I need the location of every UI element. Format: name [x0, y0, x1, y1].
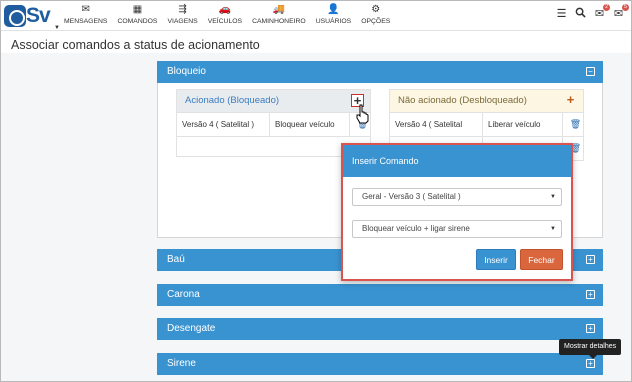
panel-header-sirene[interactable]: Sirene +: [157, 353, 603, 375]
messages-badge: 2: [603, 4, 610, 11]
command-cell: Bloquear veículo: [270, 113, 350, 136]
version-cell: Versão 4 ( Satelital: [390, 113, 483, 136]
acionado-header: Acionado (Bloqueado) +: [177, 90, 370, 112]
hand-cursor-icon: [356, 104, 369, 124]
nao-acionado-title: Não acionado (Desbloqueado): [398, 95, 527, 106]
add-command-button[interactable]: +: [564, 93, 577, 107]
nav-item-caminhoneiro[interactable]: 🚚 CAMINHONEIRO: [247, 3, 311, 30]
toolbar-tools: ☰ ✉ 2 ✉ 5: [555, 4, 629, 21]
table-row: Versão 4 ( Satelital Liberar veículo 🗑: [390, 112, 583, 136]
nav-item-mensagens[interactable]: ✉ MENSAGENS: [59, 3, 112, 30]
top-navbar: Sv ▼ ✉ MENSAGENS ▦ COMANDOS ⇶ VIAGENS 🚗 …: [1, 1, 631, 31]
gears-icon: ⚙: [371, 4, 381, 15]
nav-label: MENSAGENS: [64, 18, 108, 25]
panel-carona: Carona +: [157, 284, 603, 306]
panel-title: Bloqueio: [167, 66, 206, 77]
nav-item-veiculos[interactable]: 🚗 VEÍCULOS: [203, 3, 247, 30]
version-cell: Versão 4 ( Satelital ): [177, 113, 270, 136]
alerts-icon[interactable]: ✉ 5: [612, 4, 629, 21]
nav-label: VEÍCULOS: [207, 18, 243, 25]
panel-header-desengate[interactable]: Desengate +: [157, 318, 603, 340]
table-row: Versão 4 ( Satelital ) Bloquear veículo …: [177, 112, 370, 136]
search-icon[interactable]: [574, 7, 587, 21]
panel-title: Baú: [167, 254, 185, 265]
alerts-badge: 5: [622, 4, 629, 11]
command-select[interactable]: Bloquear veículo + ligar sirene ▼: [352, 220, 562, 238]
list-icon[interactable]: ☰: [555, 7, 568, 21]
route-icon: ⇶: [178, 4, 187, 15]
panel-sirene: Sirene +: [157, 353, 603, 375]
panel-header-carona[interactable]: Carona +: [157, 284, 603, 306]
expand-icon[interactable]: +: [586, 359, 595, 368]
panel-desengate: Desengate +: [157, 318, 603, 340]
tooltip: Mostrar detalhes: [559, 339, 622, 359]
trash-icon[interactable]: 🗑: [563, 119, 583, 130]
insert-command-modal: Inserir Comando Geral - Versão 3 ( Satel…: [341, 143, 573, 281]
panel-header-bloqueio[interactable]: Bloqueio −: [157, 61, 603, 83]
command-select-value: Bloquear veículo + ligar sirene: [362, 224, 470, 233]
version-select-value: Geral - Versão 3 ( Satelital ): [362, 192, 461, 201]
insert-button[interactable]: Inserir: [476, 249, 516, 270]
car-icon: 🚗: [218, 4, 232, 15]
messages-icon[interactable]: ✉ 2: [593, 4, 610, 21]
nav-label: COMANDOS: [117, 18, 158, 25]
expand-icon[interactable]: +: [586, 255, 595, 264]
nav-item-opcoes[interactable]: ⚙ OPÇÕES: [356, 3, 395, 30]
chevron-down-icon: ▼: [550, 194, 556, 200]
user-icon: 👤: [327, 4, 340, 15]
app-logo[interactable]: Sv ▼: [4, 4, 60, 31]
nav-label: OPÇÕES: [361, 18, 391, 25]
main-nav: ✉ MENSAGENS ▦ COMANDOS ⇶ VIAGENS 🚗 VEÍCU…: [59, 3, 395, 30]
panel-title: Carona: [167, 289, 200, 300]
nav-label: CAMINHONEIRO: [252, 18, 306, 25]
nao-acionado-header: Não acionado (Desbloqueado) +: [390, 90, 583, 112]
envelope-icon: ✉: [81, 4, 90, 15]
nav-item-viagens[interactable]: ⇶ VIAGENS: [162, 3, 202, 30]
chevron-down-icon: ▼: [550, 226, 556, 232]
version-select[interactable]: Geral - Versão 3 ( Satelital ) ▼: [352, 188, 562, 206]
close-button[interactable]: Fechar: [520, 249, 563, 270]
nav-item-comandos[interactable]: ▦ COMANDOS: [112, 3, 162, 30]
command-cell: Liberar veículo: [483, 113, 563, 136]
panel-title: Sirene: [167, 358, 196, 369]
truck-icon: 🚚: [272, 4, 286, 15]
logo-text: Sv: [26, 4, 51, 27]
expand-icon[interactable]: +: [586, 290, 595, 299]
modal-title: Inserir Comando: [343, 145, 571, 177]
acionado-title: Acionado (Bloqueado): [185, 95, 280, 106]
expand-icon[interactable]: +: [586, 324, 595, 333]
nav-label: VIAGENS: [167, 18, 198, 25]
grid-icon: ▦: [132, 4, 143, 15]
panel-title: Desengate: [167, 323, 216, 334]
nav-item-usuarios[interactable]: 👤 USUÁRIOS: [311, 3, 357, 30]
nav-label: USUÁRIOS: [315, 18, 352, 25]
collapse-icon[interactable]: −: [586, 67, 595, 76]
logo-icon: [4, 5, 26, 27]
